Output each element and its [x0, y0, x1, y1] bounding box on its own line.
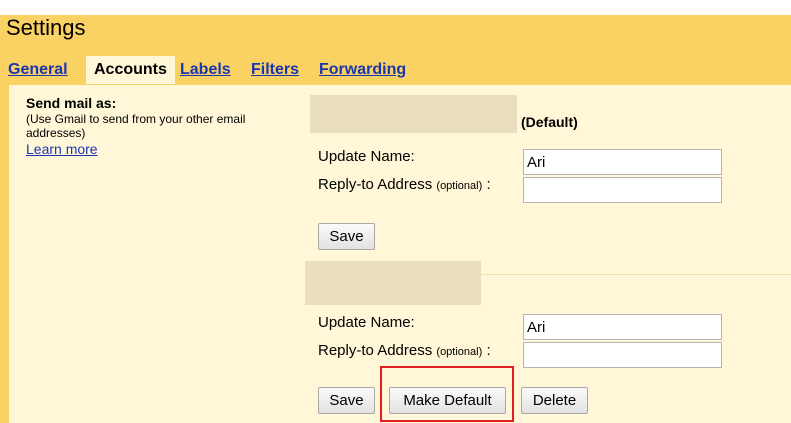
optional-label: (optional) [436, 180, 483, 192]
send-mail-as-section: Send mail as: (Use Gmail to send from yo… [26, 95, 296, 158]
reply-to-input[interactable] [523, 177, 722, 203]
send-mail-as-note: (Use Gmail to send from your other email… [26, 112, 246, 140]
update-name-input[interactable] [523, 149, 722, 175]
update-name-label: Update Name: [318, 148, 415, 165]
send-mail-as-title: Send mail as: [26, 95, 117, 111]
delete-button[interactable]: Delete [521, 387, 588, 414]
tab-accounts[interactable]: Accounts [86, 56, 175, 84]
page-title: Settings [6, 15, 86, 40]
highlight-box [380, 366, 514, 422]
reply-to-input[interactable] [523, 342, 722, 368]
reply-to-label-text: Reply-to Address [318, 176, 433, 193]
tab-labels[interactable]: Labels [180, 56, 231, 84]
reply-to-label: Reply-to Address (optional) : [318, 176, 491, 195]
account-address-redacted [310, 95, 517, 133]
save-button[interactable]: Save [318, 223, 375, 250]
account-address-redacted [305, 261, 481, 305]
reply-to-label-text: Reply-to Address [318, 342, 433, 359]
reply-to-colon: : [486, 176, 491, 193]
optional-label: (optional) [436, 346, 483, 358]
save-button[interactable]: Save [318, 387, 375, 414]
update-name-label: Update Name: [318, 314, 415, 331]
learn-more-link[interactable]: Learn more [26, 140, 296, 158]
default-badge: (Default) [521, 114, 578, 130]
reply-to-label: Reply-to Address (optional) : [318, 342, 491, 361]
update-name-input[interactable] [523, 314, 722, 340]
tab-filters[interactable]: Filters [251, 56, 299, 84]
tab-forwarding-pop-imap[interactable]: Forwarding and POP/IMAP [319, 56, 406, 134]
tab-general[interactable]: General [8, 56, 68, 84]
reply-to-colon: : [486, 342, 491, 359]
